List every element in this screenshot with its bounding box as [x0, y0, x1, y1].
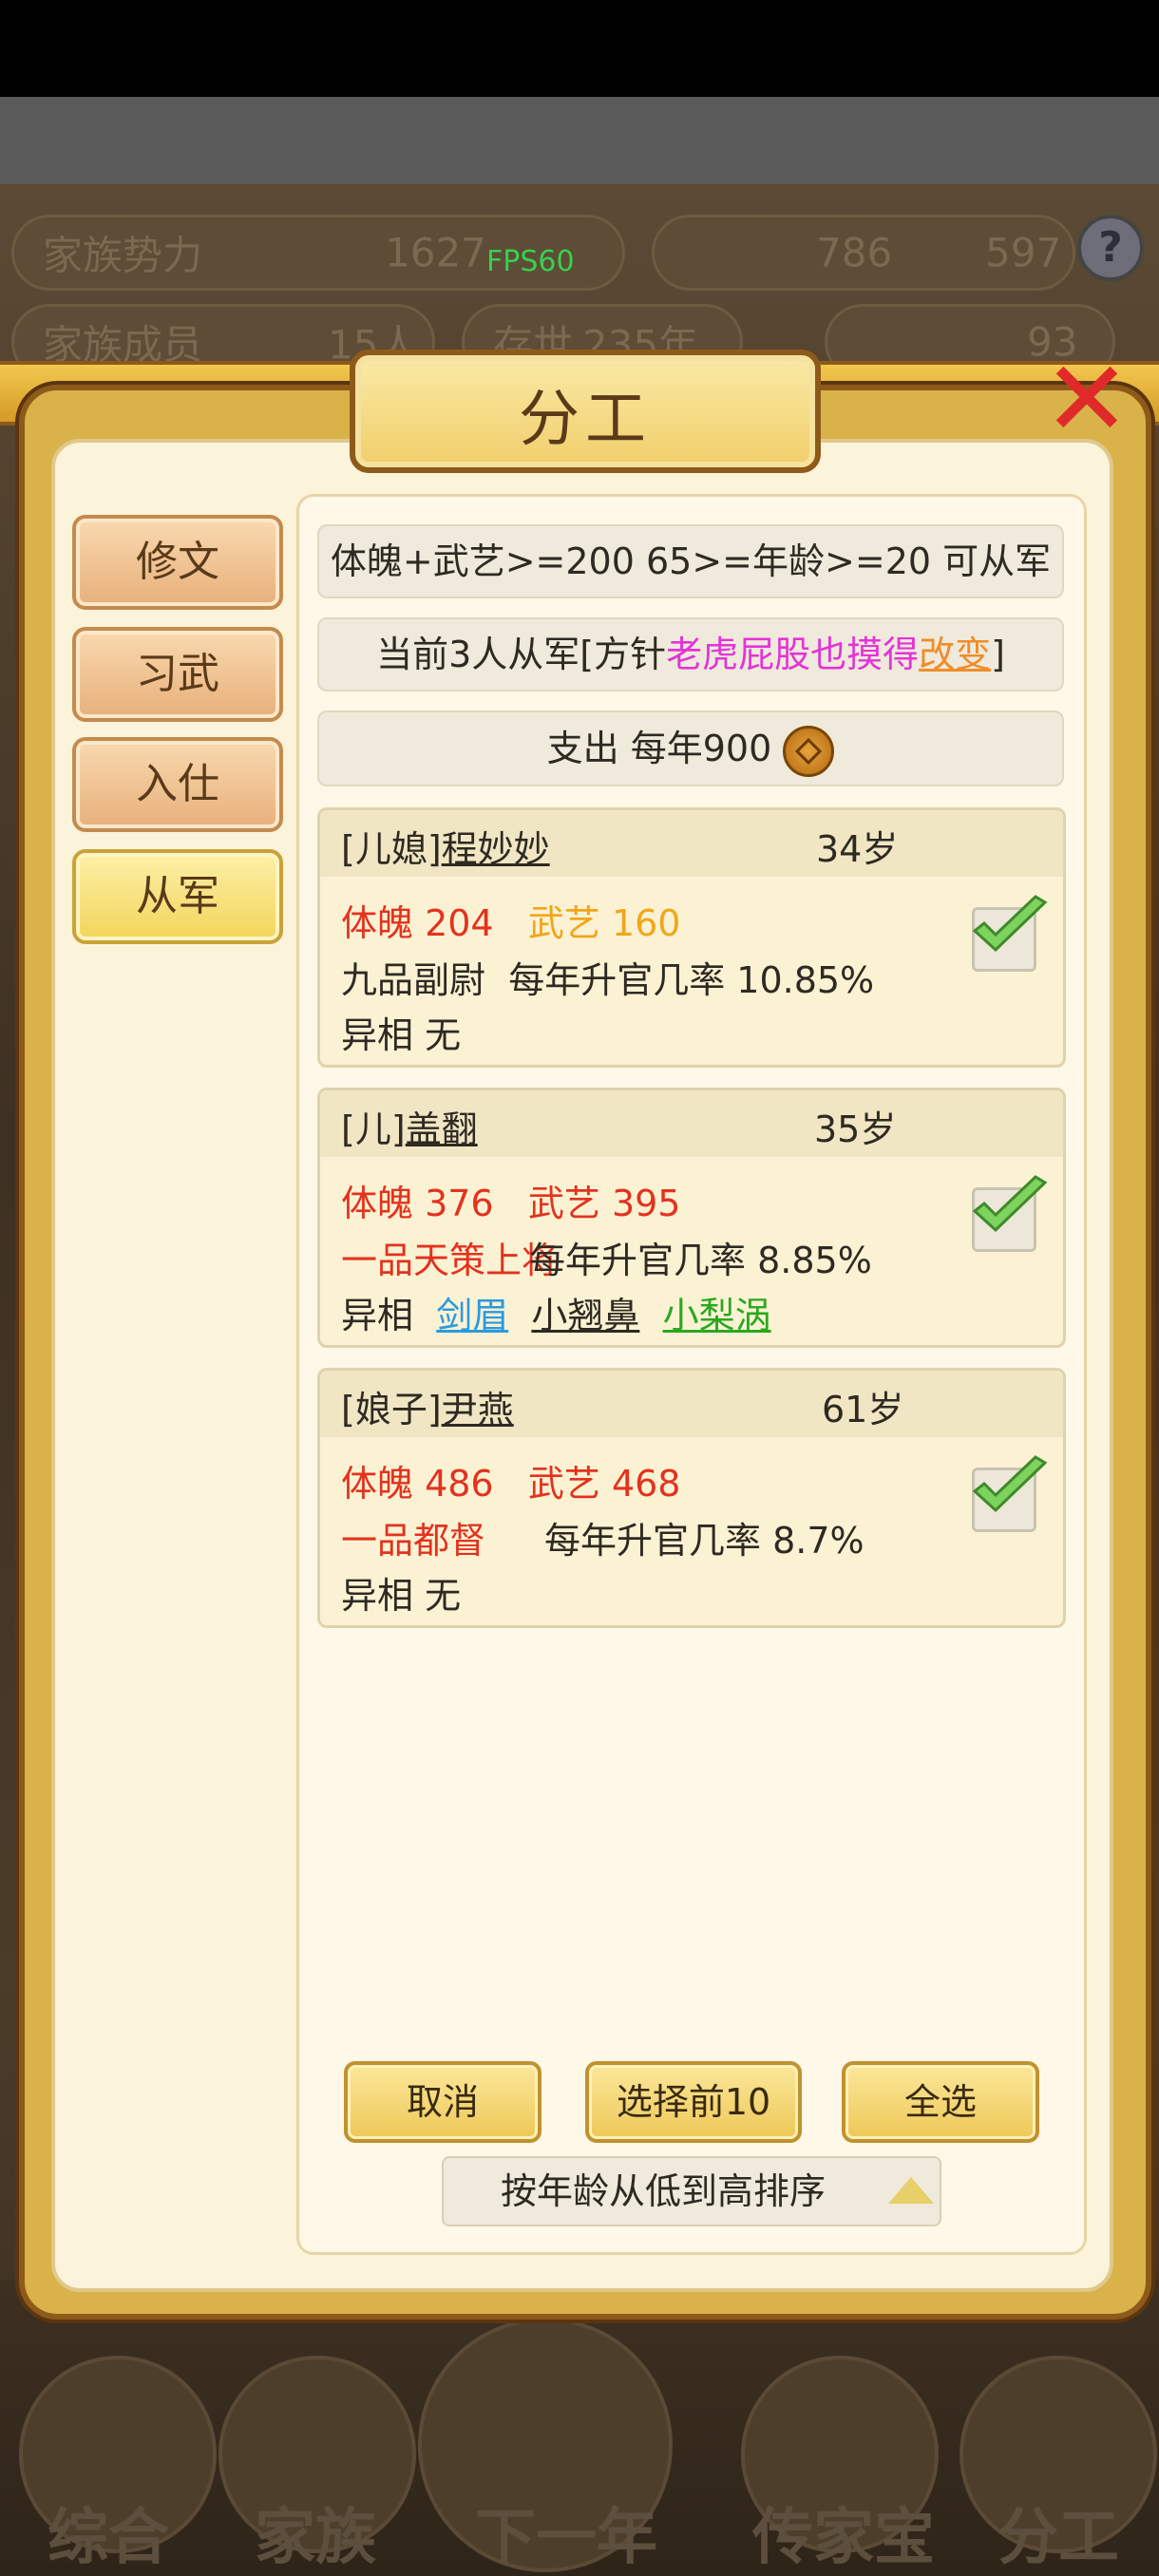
- member-stats: 体魄 376 武艺 395: [341, 1174, 681, 1226]
- martial-stat: 武艺 395: [527, 1183, 681, 1224]
- resources-box: 786 597: [652, 215, 1075, 291]
- bottom-nav-general[interactable]: 综合: [48, 2489, 169, 2576]
- member-rank-line: 九品副尉 每年升官几率 10.85%: [341, 951, 874, 1003]
- trait[interactable]: 小梨涡: [663, 1295, 771, 1336]
- member-age: 35岁: [814, 1108, 897, 1150]
- member-name[interactable]: [儿媳]程妙妙: [341, 820, 550, 872]
- bottom-nav-family[interactable]: 家族: [255, 2489, 376, 2576]
- copper-coin-icon: [783, 725, 835, 777]
- traits-label: 异相: [341, 1575, 414, 1617]
- requirement-text: 体魄+武艺>=200 65>=年龄>=20 可从军: [330, 540, 1052, 582]
- select-top10-button[interactable]: 选择前10: [585, 2061, 802, 2143]
- change-policy-link[interactable]: 改变: [919, 634, 991, 675]
- member-name[interactable]: [儿]盖翻: [341, 1100, 478, 1152]
- select-checkbox[interactable]: [972, 1175, 1048, 1252]
- member-relation: [娘子]: [341, 1389, 442, 1430]
- member-name-link[interactable]: 盖翻: [406, 1108, 478, 1150]
- member-name[interactable]: [娘子]尹燕: [341, 1380, 514, 1432]
- sort-dropdown[interactable]: 按年龄从低到高排序: [442, 2156, 941, 2226]
- tab-officialdom[interactable]: 入仕: [72, 737, 283, 832]
- select-checkbox[interactable]: [972, 895, 1048, 972]
- member-stats: 体魄 204 武艺 160: [341, 894, 681, 946]
- promotion-rate: 每年升官几率 8.85%: [529, 1240, 872, 1281]
- bottom-nav-division[interactable]: 分工: [998, 2489, 1119, 2576]
- status-bar: [0, 0, 1159, 97]
- member-traits-line: 异相 无: [341, 1006, 461, 1058]
- member-card[interactable]: [儿]盖翻 35岁 体魄 376 武艺 395 一品天策上将每年升官几率 8.8…: [317, 1088, 1066, 1348]
- status-bar-military: 当前3人从军[方针老虎屁股也摸得改变]: [317, 617, 1064, 691]
- expense-text: 支出 每年900: [546, 728, 772, 769]
- dialog-title-plate: 分工: [350, 350, 821, 473]
- bottom-nav-next-year[interactable]: 下一年: [475, 2489, 657, 2576]
- close-icon[interactable]: ✕: [1030, 342, 1144, 456]
- member-traits-line: 异相 无: [341, 1566, 461, 1619]
- sort-toggle-icon[interactable]: [888, 2177, 934, 2204]
- trait: 无: [425, 1575, 462, 1617]
- member-name-link[interactable]: 尹燕: [442, 1389, 514, 1430]
- member-traits-line: 异相 剑眉 小翘鼻 小梨涡: [341, 1286, 771, 1338]
- family-power-value: 1627: [385, 229, 486, 276]
- member-relation: [儿]: [341, 1108, 406, 1150]
- checkmark-icon: [972, 895, 1048, 953]
- martial-stat: 武艺 160: [527, 902, 681, 944]
- member-relation: [儿媳]: [341, 828, 442, 870]
- sort-label: 按年龄从低到高排序: [501, 2170, 826, 2212]
- member-age: 34岁: [816, 828, 899, 870]
- trait: 无: [425, 1014, 462, 1056]
- tab-literature[interactable]: 修文: [72, 515, 283, 610]
- member-stats: 体魄 486 武艺 468: [341, 1454, 681, 1506]
- member-card[interactable]: [儿媳]程妙妙 34岁 体魄 204 武艺 160 九品副尉 每年升官几率 10…: [317, 807, 1066, 1068]
- member-rank: 九品副尉: [341, 959, 486, 1001]
- resource2-value: 597: [985, 229, 1062, 276]
- member-rank: 一品天策上将: [341, 1240, 559, 1281]
- bottom-nav-heirloom[interactable]: 传家宝: [752, 2489, 935, 2576]
- body-stat: 体魄 486: [341, 1463, 494, 1505]
- policy-name: 老虎屁股也摸得: [666, 634, 920, 675]
- resource1-value: 786: [816, 229, 893, 276]
- requirement-bar: 体魄+武艺>=200 65>=年龄>=20 可从军: [317, 524, 1064, 598]
- dialog-title: 分工: [519, 385, 652, 455]
- promotion-rate: 每年升官几率 8.7%: [544, 1520, 864, 1562]
- checkmark-icon: [972, 1175, 1048, 1233]
- checkmark-icon: [972, 1455, 1048, 1513]
- status-suffix: ]: [991, 634, 1005, 675]
- fps-counter: FPS60: [486, 245, 575, 278]
- trait[interactable]: 剑眉: [436, 1295, 508, 1336]
- cancel-button[interactable]: 取消: [344, 2061, 542, 2143]
- member-age: 61岁: [822, 1389, 904, 1430]
- expense-bar: 支出 每年900: [317, 710, 1064, 786]
- member-card[interactable]: [娘子]尹燕 61岁 体魄 486 武艺 468 一品都督 每年升官几率 8.7%…: [317, 1368, 1066, 1628]
- select-all-button[interactable]: 全选: [842, 2061, 1039, 2143]
- family-power-label: 家族势力: [43, 232, 203, 279]
- member-rank: 一品都督: [341, 1520, 486, 1562]
- traits-label: 异相: [341, 1014, 414, 1056]
- select-checkbox[interactable]: [972, 1455, 1048, 1532]
- member-name-link[interactable]: 程妙妙: [442, 828, 550, 870]
- promotion-rate: 每年升官几率 10.85%: [508, 959, 875, 1001]
- tab-military[interactable]: 从军: [72, 849, 283, 944]
- member-rank-line: 一品都督 每年升官几率 8.7%: [341, 1511, 864, 1563]
- body-stat: 体魄 204: [341, 902, 494, 944]
- top-nav-strip: [0, 97, 1159, 184]
- martial-stat: 武艺 468: [527, 1463, 681, 1505]
- trait[interactable]: 小翘鼻: [531, 1295, 639, 1336]
- body-stat: 体魄 376: [341, 1183, 494, 1224]
- status-prefix: 当前3人从军[方针: [376, 634, 667, 675]
- help-button[interactable]: ?: [1077, 215, 1144, 281]
- member-rank-line: 一品天策上将每年升官几率 8.85%: [341, 1231, 872, 1283]
- tab-martial[interactable]: 习武: [72, 627, 283, 722]
- traits-label: 异相: [341, 1295, 414, 1336]
